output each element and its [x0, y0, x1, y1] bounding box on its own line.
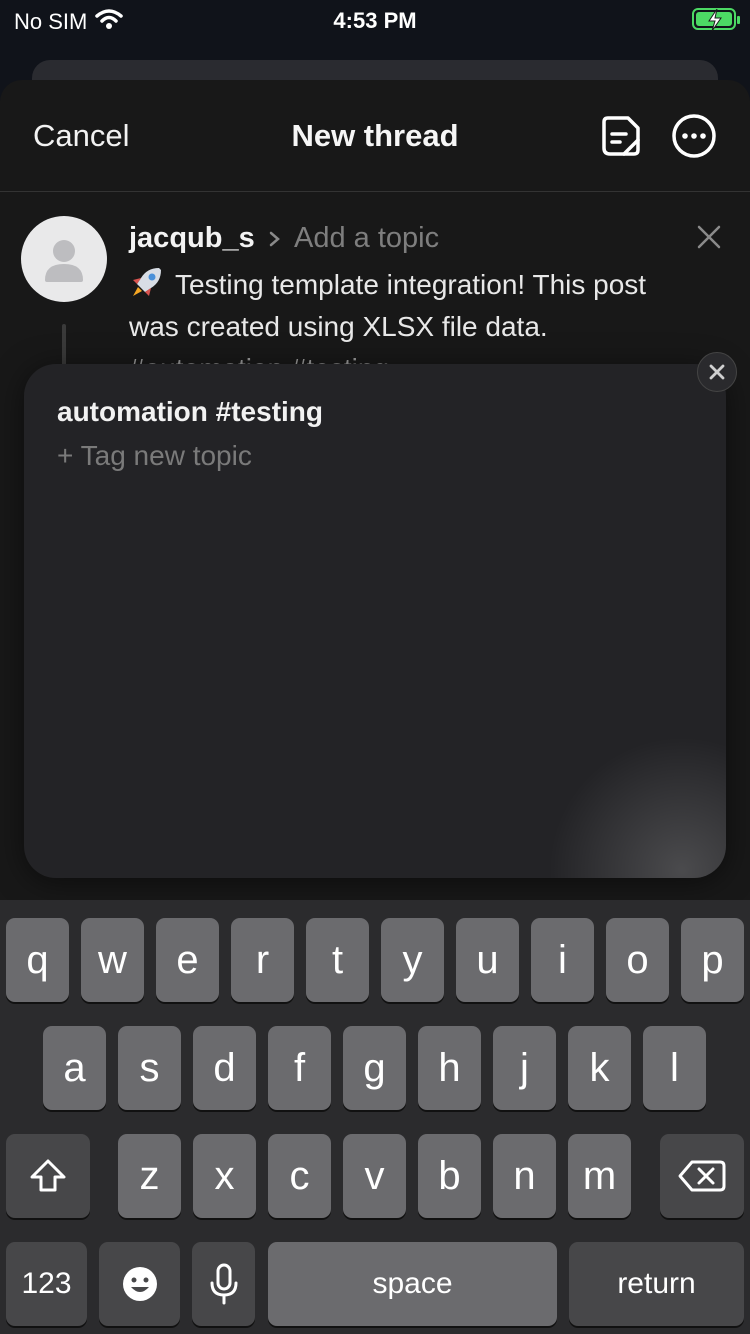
close-icon[interactable]: [694, 222, 724, 257]
post-text-line: Testing template integration! This post: [175, 269, 647, 300]
chevron-right-icon: [268, 226, 282, 259]
key-u[interactable]: u: [456, 918, 519, 1002]
key-q[interactable]: q: [6, 918, 69, 1002]
keyboard: q w e r t y u i o p a s d f g h j k l z …: [0, 900, 750, 1334]
backspace-icon: [678, 1160, 726, 1192]
battery-charging-icon: [692, 8, 740, 31]
microphone-key[interactable]: [192, 1242, 255, 1326]
key-a[interactable]: a: [43, 1026, 106, 1110]
key-s[interactable]: s: [118, 1026, 181, 1110]
key-t[interactable]: t: [306, 918, 369, 1002]
numbers-key[interactable]: 123: [6, 1242, 87, 1326]
key-z[interactable]: z: [118, 1134, 181, 1218]
key-i[interactable]: i: [531, 918, 594, 1002]
shift-key[interactable]: [6, 1134, 90, 1218]
post-text-line: was created using XLSX file data.: [129, 311, 548, 342]
key-k[interactable]: k: [568, 1026, 631, 1110]
status-time: 4:53 PM: [333, 8, 417, 33]
key-o[interactable]: o: [606, 918, 669, 1002]
key-e[interactable]: e: [156, 918, 219, 1002]
backspace-key[interactable]: [660, 1134, 744, 1218]
key-c[interactable]: c: [268, 1134, 331, 1218]
status-bar: No SIM 4:53 PM: [0, 0, 750, 42]
close-popup-button[interactable]: [697, 352, 737, 392]
key-r[interactable]: r: [231, 918, 294, 1002]
key-x[interactable]: x: [193, 1134, 256, 1218]
shift-icon: [30, 1159, 66, 1192]
rocket-emoji: [129, 264, 167, 296]
key-y[interactable]: y: [381, 918, 444, 1002]
key-g[interactable]: g: [343, 1026, 406, 1110]
topic-suggestion-item[interactable]: automation #testing: [57, 396, 323, 428]
username: jacqub_s: [129, 222, 255, 254]
key-l[interactable]: l: [643, 1026, 706, 1110]
key-v[interactable]: v: [343, 1134, 406, 1218]
drafts-icon[interactable]: [598, 112, 646, 165]
emoji-key[interactable]: [99, 1242, 180, 1326]
key-b[interactable]: b: [418, 1134, 481, 1218]
post-text-line: #automation #testing: [129, 348, 729, 364]
return-key[interactable]: return: [569, 1242, 744, 1326]
key-j[interactable]: j: [493, 1026, 556, 1110]
more-icon[interactable]: [670, 112, 718, 165]
topic-suggestion-popup: automation #testing + Tag new topic: [24, 364, 726, 878]
space-key[interactable]: space: [268, 1242, 557, 1326]
emoji-icon: [122, 1267, 157, 1301]
microphone-icon: [210, 1263, 237, 1305]
key-d[interactable]: d: [193, 1026, 256, 1110]
key-p[interactable]: p: [681, 918, 744, 1002]
key-f[interactable]: f: [268, 1026, 331, 1110]
key-h[interactable]: h: [418, 1026, 481, 1110]
cancel-button[interactable]: Cancel: [33, 118, 130, 154]
tag-new-topic-button[interactable]: + Tag new topic: [57, 440, 252, 472]
key-n[interactable]: n: [493, 1134, 556, 1218]
key-m[interactable]: m: [568, 1134, 631, 1218]
key-w[interactable]: w: [81, 918, 144, 1002]
avatar[interactable]: [21, 216, 107, 302]
post-text-input[interactable]: Testing template integration! This post …: [129, 264, 729, 364]
add-topic-button[interactable]: Add a topic: [294, 222, 439, 255]
